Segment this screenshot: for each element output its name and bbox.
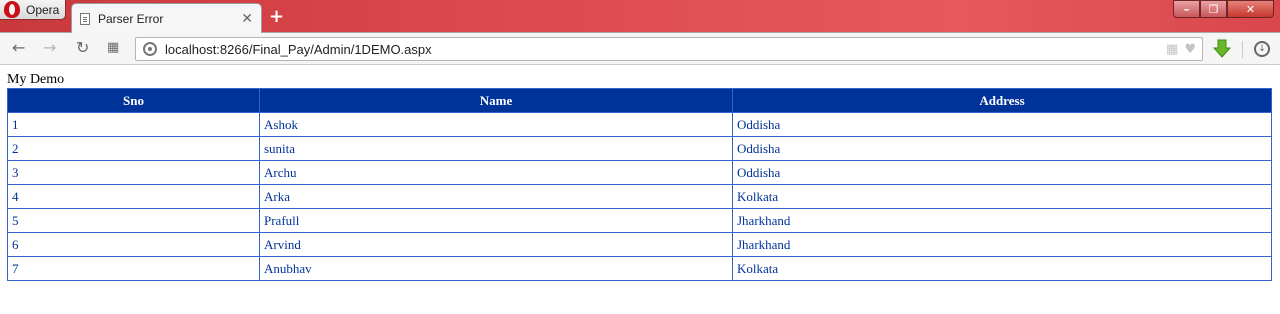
back-icon[interactable]: ← (12, 40, 25, 56)
maximize-button[interactable]: ❐ (1200, 0, 1227, 18)
cell-address: Jharkhand (732, 208, 1272, 233)
cell-name: Anubhav (259, 256, 733, 281)
reload-icon[interactable]: ↻ (76, 40, 89, 56)
speed-dial-icon[interactable]: ▦ (107, 40, 119, 56)
close-window-button[interactable]: ✕ (1227, 0, 1274, 18)
cell-name: sunita (259, 136, 733, 161)
cell-address: Oddisha (732, 160, 1272, 185)
cell-name: Prafull (259, 208, 733, 233)
toolbar-divider (1242, 41, 1243, 58)
download-arrow-icon[interactable] (1213, 39, 1231, 59)
downloads-icon[interactable]: ↓ (1254, 41, 1270, 57)
cell-sno: 4 (7, 184, 260, 209)
window-controls: – ❐ ✕ (1173, 0, 1274, 18)
table-row: 6 Arvind Jharkhand (7, 232, 1272, 257)
table-row: 1 Ashok Oddisha (7, 112, 1272, 137)
url-input[interactable]: localhost:8266/Final_Pay/Admin/1DEMO.asp… (165, 42, 1166, 57)
opera-logo-icon (4, 1, 20, 18)
header-row: Sno Name Address (7, 88, 1272, 113)
column-header-address: Address (732, 88, 1272, 113)
column-header-sno: Sno (7, 88, 260, 113)
address-bar[interactable]: localhost:8266/Final_Pay/Admin/1DEMO.asp… (135, 37, 1203, 61)
cell-sno: 3 (7, 160, 260, 185)
forward-icon[interactable]: → (43, 40, 56, 56)
address-bar-actions: ▦ ♥ (1166, 42, 1196, 57)
cell-name: Arvind (259, 232, 733, 257)
tab-close-icon[interactable]: ✕ (241, 11, 253, 27)
cell-name: Archu (259, 160, 733, 185)
table-row: 4 Arka Kolkata (7, 184, 1272, 209)
cell-address: Oddisha (732, 112, 1272, 137)
minimize-button[interactable]: – (1173, 0, 1200, 18)
cell-address: Jharkhand (732, 232, 1272, 257)
table-row: 7 Anubhav Kolkata (7, 256, 1272, 281)
add-to-speed-dial-icon[interactable]: ▦ (1166, 42, 1178, 57)
cell-address: Kolkata (732, 256, 1272, 281)
site-info-icon[interactable] (143, 42, 157, 56)
cell-name: Ashok (259, 112, 733, 137)
table-row: 5 Prafull Jharkhand (7, 208, 1272, 233)
tab-active[interactable]: Parser Error ✕ (71, 3, 262, 33)
opera-menu-button[interactable]: Opera (0, 0, 66, 20)
column-header-name: Name (259, 88, 733, 113)
opera-menu-label: Opera (26, 2, 60, 17)
cell-sno: 2 (7, 136, 260, 161)
cell-name: Arka (259, 184, 733, 209)
cell-sno: 1 (7, 112, 260, 137)
cell-sno: 6 (7, 232, 260, 257)
tab-title: Parser Error (98, 11, 164, 26)
browser-toolbar: ← → ↻ ▦ localhost:8266/Final_Pay/Admin/1… (0, 33, 1280, 65)
cell-sno: 7 (7, 256, 260, 281)
cell-address: Kolkata (732, 184, 1272, 209)
page-title: My Demo (7, 72, 65, 87)
table-row: 2 sunita Oddisha (7, 136, 1272, 161)
cell-sno: 5 (7, 208, 260, 233)
browser-titlebar: Opera Parser Error ✕ + – ❐ ✕ (0, 0, 1280, 33)
table-row: 3 Archu Oddisha (7, 160, 1272, 185)
new-tab-button[interactable]: + (269, 6, 284, 27)
page-content: My Demo Sno Name Address 1 Ashok Oddisha… (0, 65, 1280, 281)
cell-address: Oddisha (732, 136, 1272, 161)
page-icon (80, 12, 90, 25)
stash-heart-icon[interactable]: ♥ (1184, 42, 1196, 57)
data-grid: Sno Name Address 1 Ashok Oddisha 2 sunit… (7, 88, 1272, 281)
